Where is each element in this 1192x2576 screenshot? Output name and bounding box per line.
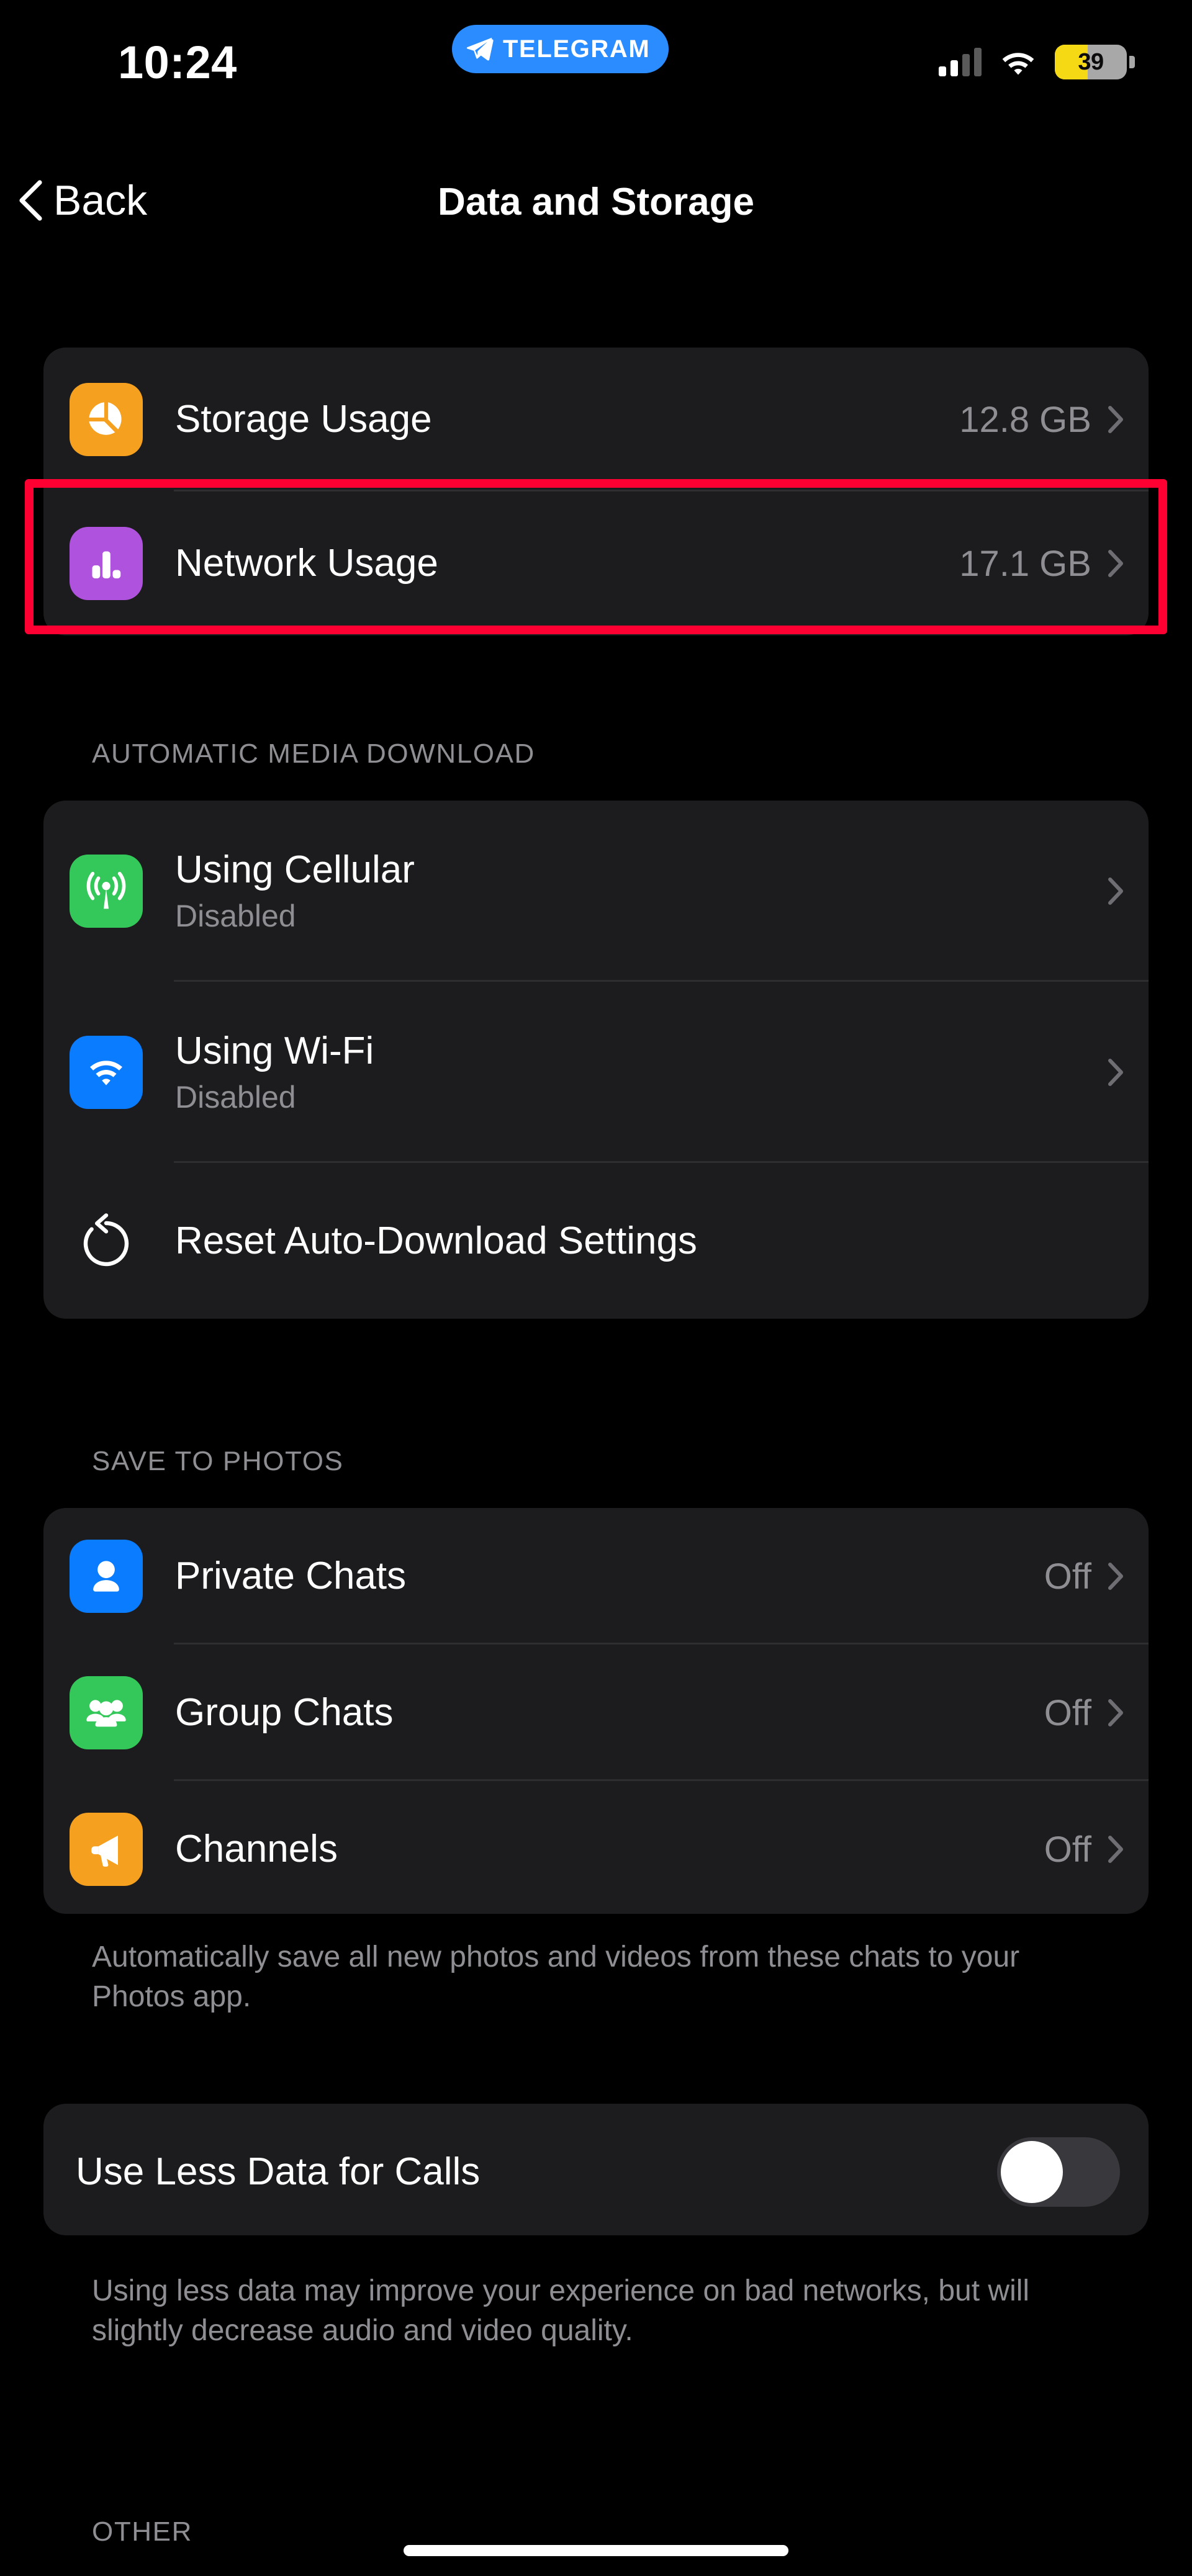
using-wifi-texts: Using Wi-Fi Disabled — [175, 1030, 1108, 1115]
using-cellular-texts: Using Cellular Disabled — [175, 848, 1108, 933]
save-to-photos-card: Private Chats Off Group Chats — [43, 1508, 1149, 1914]
chevron-right-icon — [1108, 1699, 1124, 1727]
chevron-right-icon — [1108, 1562, 1124, 1591]
storage-usage-row[interactable]: Storage Usage 12.8 GB — [43, 348, 1149, 491]
group-chats-row[interactable]: Group Chats Off — [43, 1645, 1149, 1781]
other-header: OTHER — [92, 2516, 192, 2547]
chevron-right-icon — [1108, 1058, 1124, 1087]
network-usage-row[interactable]: Network Usage 17.1 GB — [43, 491, 1149, 635]
group-chats-value: Off — [1044, 1692, 1091, 1734]
cellular-signal-icon — [939, 48, 982, 76]
telegram-plane-icon — [466, 35, 494, 63]
telegram-app-pill[interactable]: TELEGRAM — [452, 25, 669, 73]
reset-auto-download-texts: Reset Auto-Download Settings — [175, 1219, 1124, 1262]
chevron-right-icon — [1108, 549, 1124, 578]
people-group-icon — [70, 1676, 143, 1749]
private-chats-texts: Private Chats — [175, 1555, 1044, 1597]
using-wifi-status: Disabled — [175, 1079, 1108, 1115]
wifi-icon — [70, 1036, 143, 1109]
toggle-knob — [1001, 2141, 1063, 2203]
navigation-bar: Back Data and Storage — [0, 168, 1192, 248]
status-bar: 10:24 TELEGRAM 39 — [0, 0, 1192, 118]
person-icon — [70, 1540, 143, 1613]
battery-cap — [1129, 56, 1135, 68]
megaphone-icon — [70, 1813, 143, 1886]
telegram-data-and-storage-screen: 10:24 TELEGRAM 39 — [0, 0, 1192, 2576]
chevron-right-icon — [1108, 1835, 1124, 1864]
chevron-right-icon — [1108, 405, 1124, 434]
page-title: Data and Storage — [0, 180, 1192, 224]
use-less-data-toggle[interactable] — [997, 2137, 1120, 2207]
automatic-media-download-header: AUTOMATIC MEDIA DOWNLOAD — [92, 738, 535, 770]
group-chats-texts: Group Chats — [175, 1691, 1044, 1734]
network-usage-value: 17.1 GB — [959, 543, 1091, 585]
using-wifi-row[interactable]: Using Wi-Fi Disabled — [43, 982, 1149, 1163]
storage-usage-texts: Storage Usage — [175, 398, 959, 441]
battery-percent-label: 39 — [1055, 49, 1127, 76]
bar-chart-icon — [70, 527, 143, 600]
network-usage-texts: Network Usage — [175, 542, 959, 585]
using-cellular-label: Using Cellular — [175, 848, 1108, 891]
private-chats-row[interactable]: Private Chats Off — [43, 1508, 1149, 1645]
channels-label: Channels — [175, 1828, 1044, 1870]
using-wifi-label: Using Wi-Fi — [175, 1030, 1108, 1072]
group-chats-label: Group Chats — [175, 1691, 1044, 1734]
home-indicator — [404, 2545, 788, 2556]
channels-value: Off — [1044, 1829, 1091, 1870]
storage-usage-value: 12.8 GB — [959, 399, 1091, 441]
reset-counterclockwise-icon — [70, 1205, 143, 1278]
save-to-photos-header: SAVE TO PHOTOS — [92, 1446, 344, 1477]
battery-low-power-icon: 39 — [1055, 45, 1127, 79]
using-cellular-row[interactable]: Using Cellular Disabled — [43, 801, 1149, 982]
channels-texts: Channels — [175, 1828, 1044, 1870]
telegram-app-pill-label: TELEGRAM — [503, 35, 650, 63]
usage-card: Storage Usage 12.8 GB Network Usage 17.1… — [43, 348, 1149, 635]
automatic-media-download-card: Using Cellular Disabled Using Wi-Fi Disa… — [43, 801, 1149, 1319]
pie-chart-icon — [70, 383, 143, 456]
channels-row[interactable]: Channels Off — [43, 1781, 1149, 1918]
private-chats-value: Off — [1044, 1556, 1091, 1597]
status-bar-clock: 10:24 — [118, 36, 237, 89]
reset-auto-download-label: Reset Auto-Download Settings — [175, 1219, 1124, 1262]
wifi-icon — [1000, 48, 1036, 76]
use-less-data-footnote: Using less data may improve your experie… — [92, 2271, 1085, 2351]
save-to-photos-footnote: Automatically save all new photos and vi… — [92, 1937, 1085, 2017]
network-usage-label: Network Usage — [175, 542, 959, 585]
use-less-data-label: Use Less Data for Calls — [76, 2150, 997, 2193]
use-less-data-row[interactable]: Use Less Data for Calls — [43, 2104, 1149, 2240]
cellular-antenna-icon — [70, 855, 143, 928]
storage-usage-label: Storage Usage — [175, 398, 959, 441]
status-bar-indicators: 39 — [939, 45, 1135, 79]
chevron-right-icon — [1108, 877, 1124, 905]
reset-auto-download-row[interactable]: Reset Auto-Download Settings — [43, 1163, 1149, 1319]
use-less-data-card: Use Less Data for Calls — [43, 2104, 1149, 2235]
using-cellular-status: Disabled — [175, 898, 1108, 934]
private-chats-label: Private Chats — [175, 1555, 1044, 1597]
use-less-data-texts: Use Less Data for Calls — [76, 2150, 997, 2193]
